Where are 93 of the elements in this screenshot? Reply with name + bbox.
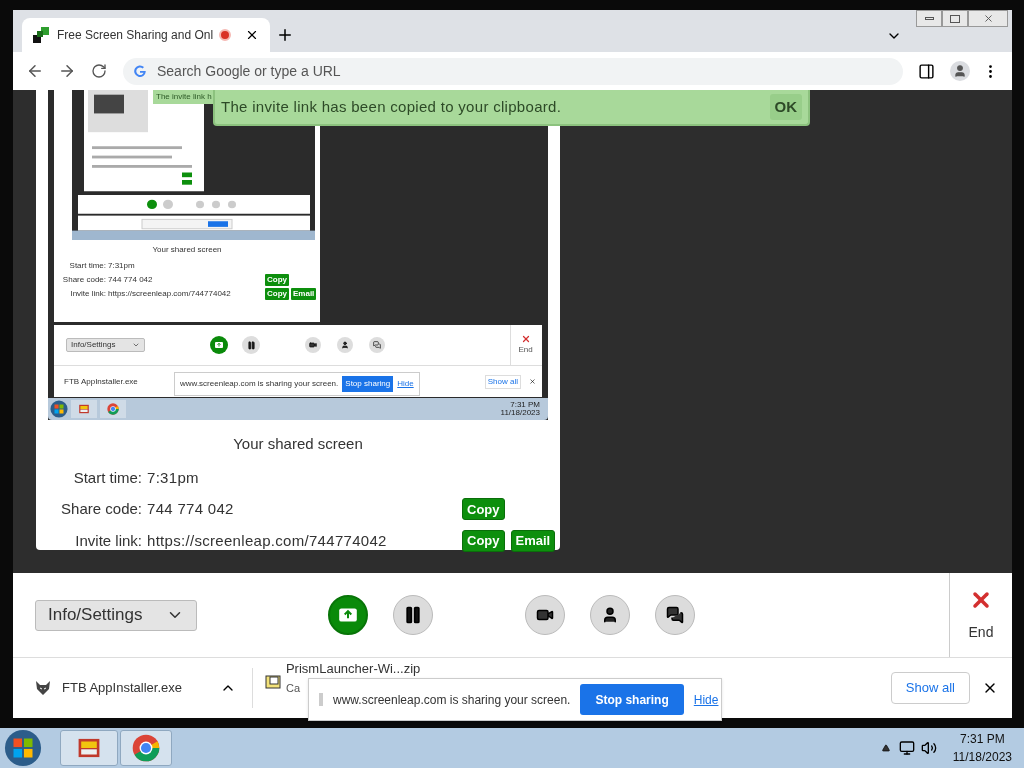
minimize-button[interactable] (916, 10, 942, 27)
copy-button[interactable]: Copy (265, 288, 289, 300)
person-button[interactable] (590, 595, 630, 635)
toast-message: The invite link has been copied to your clipboard. (221, 96, 562, 117)
share-screen-icon (214, 340, 224, 350)
side-panel-icon[interactable] (918, 62, 935, 80)
clock-date: 11/18/2023 (500, 409, 540, 417)
chat-button[interactable] (369, 337, 385, 353)
preview-dropdown[interactable]: Info/Settings (66, 338, 145, 352)
copy-button[interactable]: Copy (462, 498, 505, 521)
info-value: 744 774 042 (147, 499, 235, 519)
download-name: FTB AppInstaller.exe (64, 375, 138, 388)
address-input[interactable]: Search Google or type a URL (157, 60, 893, 82)
chrome-icon (107, 403, 119, 415)
chrome-icon (132, 734, 160, 762)
ok-button[interactable]: OK (769, 93, 802, 121)
email-button[interactable]: Email (291, 288, 317, 300)
person-icon (341, 341, 349, 349)
pause-button[interactable] (393, 595, 433, 635)
back-icon[interactable] (26, 62, 44, 80)
chat-icon (373, 341, 381, 349)
show-all-button[interactable]: Show all (484, 374, 521, 389)
preview-heading: Your shared screen (151, 244, 223, 256)
pause-button[interactable] (242, 336, 260, 354)
tray-arrow-icon[interactable] (881, 744, 890, 752)
card-heading: Your shared screen (232, 434, 364, 454)
download-name: FTB AppInstaller.exe (62, 679, 182, 698)
copy-button[interactable]: Copy (265, 274, 289, 286)
share-button[interactable] (328, 595, 368, 635)
start-orb-icon (50, 400, 68, 418)
forward-icon[interactable] (58, 62, 76, 80)
drag-handle-icon (319, 693, 323, 706)
info-label: Share code: (60, 499, 142, 519)
app-tile-icon (78, 403, 90, 415)
info-value: 7:31pm (147, 467, 200, 488)
clock-time: 7:31 PM (510, 401, 540, 409)
camera-button[interactable] (305, 337, 321, 353)
new-tab-icon[interactable] (276, 26, 294, 44)
google-icon (133, 64, 147, 78)
hide-link[interactable]: Hide (397, 378, 414, 390)
clock-date: 11/18/2023 (952, 749, 1012, 766)
camera-icon (309, 341, 317, 349)
sharing-message: www.screenleap.com is sharing your screen. (180, 378, 339, 390)
clock-time: 7:31 PM (960, 731, 1005, 748)
browser-tab[interactable]: Free Screen Sharing and Onl (22, 18, 270, 52)
start-orb-icon (4, 729, 42, 767)
download-status: Ca (285, 682, 300, 695)
email-button[interactable]: Email (510, 529, 556, 552)
close-icon[interactable] (245, 28, 259, 42)
volume-icon[interactable] (920, 740, 937, 756)
info-label: Start time: (72, 467, 142, 488)
share-button[interactable] (210, 336, 228, 354)
taskbar-button[interactable] (120, 730, 172, 766)
person-button[interactable] (337, 337, 353, 353)
profile-icon[interactable] (950, 61, 970, 81)
info-label: Start time: (68, 260, 106, 272)
reload-icon[interactable] (91, 63, 107, 79)
site-logo-icon (33, 27, 49, 43)
network-icon[interactable] (898, 740, 915, 756)
person-icon (601, 606, 619, 624)
close-icon (982, 13, 994, 24)
preview-toast: The invite link h (153, 90, 215, 104)
info-label: Invite link: (69, 288, 106, 300)
chat-button[interactable] (655, 595, 695, 635)
info-value: 7:31pm (108, 260, 136, 272)
info-settings-dropdown[interactable]: Info/Settings (35, 599, 197, 631)
tab-title: Free Screen Sharing and Onl (57, 27, 214, 44)
end-label: End (518, 344, 533, 356)
pause-icon (403, 605, 423, 625)
maximize-button[interactable] (942, 10, 968, 27)
info-label: Invite link: (74, 530, 142, 551)
info-value: https://screenleap.com/744774042 (147, 530, 388, 551)
stop-sharing-button[interactable]: Stop sharing (580, 684, 684, 715)
end-label: End (968, 622, 994, 642)
sharing-message: www.screenleap.com is sharing your screen. (333, 691, 571, 709)
hide-link[interactable]: Hide (693, 690, 719, 709)
copy-button[interactable]: Copy (462, 529, 505, 552)
fox-icon (35, 680, 51, 696)
download-name: PrismLauncher-Wi...zip (285, 661, 421, 676)
chat-icon (666, 606, 684, 624)
show-all-button[interactable]: Show all (890, 672, 970, 704)
archive-icon (264, 674, 281, 690)
pause-icon (246, 340, 256, 350)
stop-sharing-button[interactable]: Stop sharing (342, 376, 394, 392)
chevron-down-icon (132, 341, 140, 349)
info-value: https://screenleap.com/744774042 (108, 288, 232, 300)
info-label: Share code: (61, 274, 106, 286)
address-bar[interactable]: Search Google or type a URL (123, 57, 903, 85)
taskbar-button[interactable] (60, 730, 118, 766)
close-icon (520, 334, 531, 344)
camera-button[interactable] (525, 595, 565, 635)
info-value: 744 774 042 (108, 274, 154, 286)
close-icon (529, 378, 536, 385)
